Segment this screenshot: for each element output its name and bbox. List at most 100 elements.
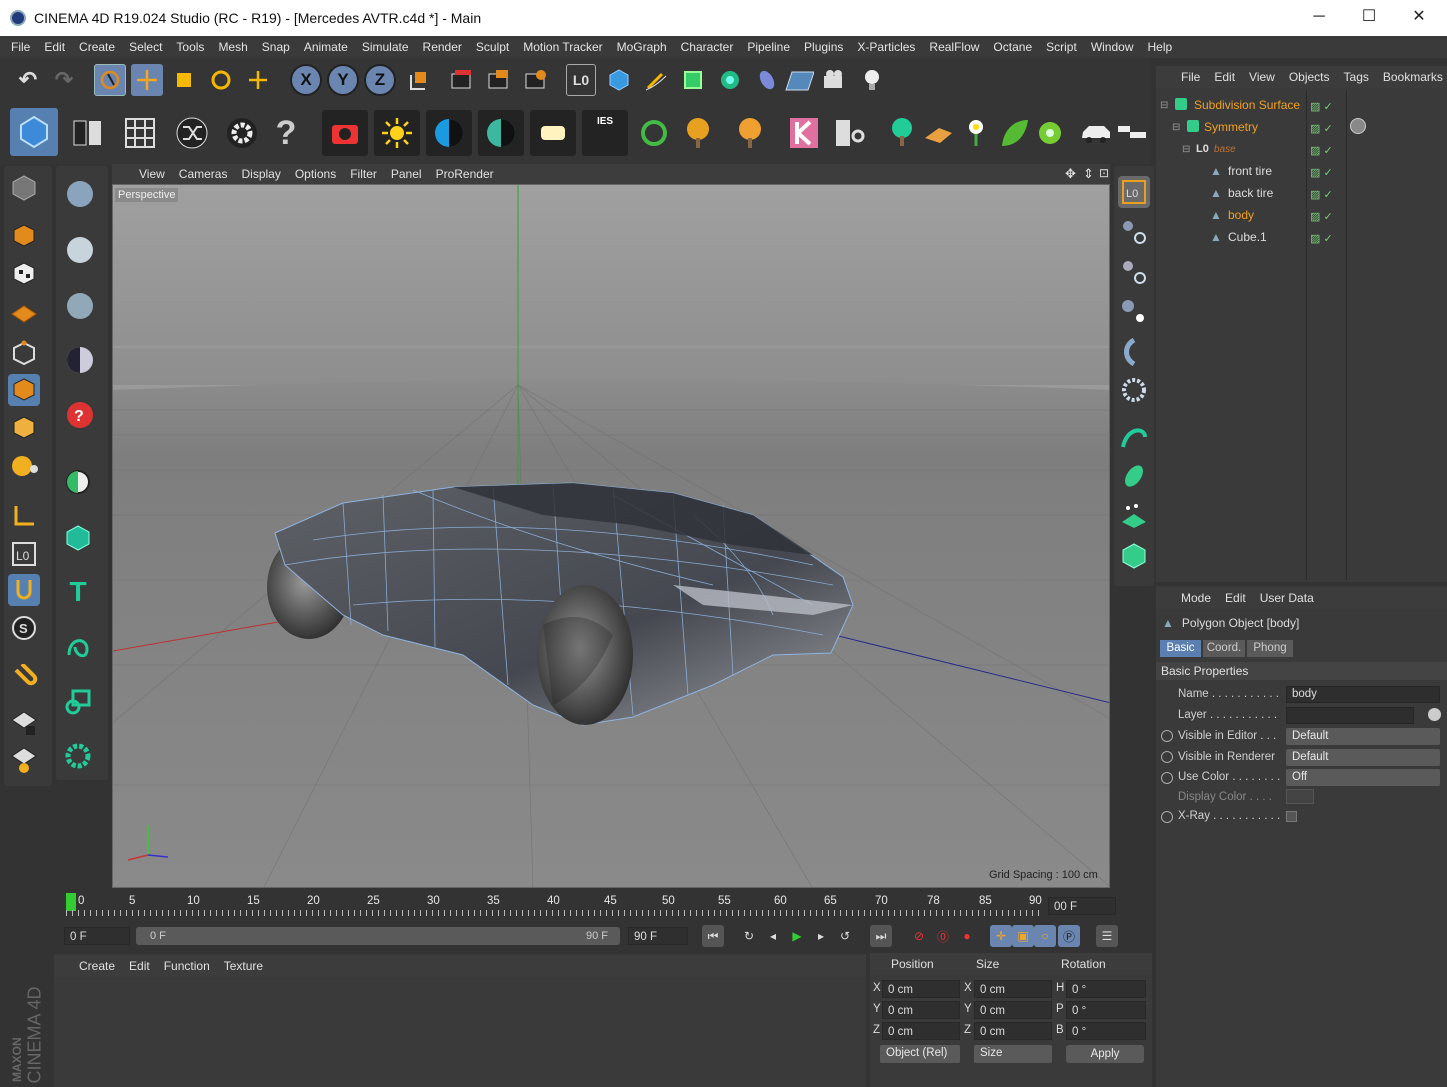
text-spline-icon[interactable]: T [62, 576, 94, 608]
subdivision-surface-icon[interactable] [677, 64, 709, 96]
previous-frame-icon[interactable]: ◂ [762, 925, 784, 947]
live-selection-icon[interactable] [94, 64, 126, 96]
object-row-back-tire[interactable]: ▲ back tire [1210, 182, 1273, 204]
render-camera-icon[interactable] [322, 110, 368, 156]
render-view-icon[interactable] [446, 64, 478, 96]
material-sphere-white-icon[interactable] [64, 234, 96, 266]
help-icon[interactable]: ? [264, 112, 308, 154]
tree-expand-icon[interactable]: ⊟ [1182, 144, 1196, 155]
go-to-end-icon[interactable]: ⏭ [870, 925, 892, 947]
material-tag-icon[interactable] [1350, 118, 1366, 134]
recycle-settings-icon[interactable] [8, 450, 40, 482]
lock-grid-icon[interactable] [8, 708, 40, 740]
position-y-field[interactable]: 0 cm [882, 1001, 960, 1019]
render-settings-icon[interactable] [520, 64, 552, 96]
grid-snap-icon[interactable] [8, 744, 40, 776]
menu-octane[interactable]: Octane [986, 40, 1039, 54]
rotation-b-field[interactable]: 0 ° [1066, 1022, 1146, 1040]
menu-motion-tracker[interactable]: Motion Tracker [516, 40, 609, 54]
make-editable-icon[interactable] [8, 172, 40, 204]
material-sphere-dark-icon[interactable] [64, 344, 96, 376]
camera-object-icon[interactable] [820, 64, 852, 96]
rock-icon[interactable] [918, 112, 958, 154]
spline-helix-icon[interactable] [62, 630, 94, 662]
am-menu-mode[interactable]: Mode [1174, 591, 1218, 605]
visibility-check-icon[interactable]: ▨ ✓ [1310, 184, 1346, 206]
viewport-menu-options[interactable]: Options [288, 167, 343, 181]
scene-mode-icon[interactable] [66, 112, 110, 154]
scale-tool-icon[interactable] [168, 64, 200, 96]
cloner-icon[interactable] [714, 64, 746, 96]
transform-tool-icon[interactable] [242, 64, 274, 96]
autokeying-icon[interactable]: ⓪ [932, 925, 954, 947]
playhead-marker[interactable] [66, 893, 76, 911]
end-frame-field[interactable]: 90 F [628, 927, 688, 945]
start-frame-field[interactable]: 0 F [64, 927, 130, 945]
timeline-layout-icon[interactable]: ☰ [1096, 925, 1118, 947]
mat-menu-create[interactable]: Create [72, 959, 122, 973]
menu-window[interactable]: Window [1084, 40, 1141, 54]
bend-deformer-icon[interactable] [1118, 336, 1150, 368]
material-sphere-gray-icon[interactable] [64, 290, 96, 322]
record-active-objects-icon[interactable]: ⊘ [908, 925, 930, 947]
tree-orange-icon[interactable] [730, 110, 770, 156]
material-sphere-blue-icon[interactable] [64, 178, 96, 210]
perspective-viewport[interactable]: Perspective Grid Spacing : 100 cm [112, 184, 1110, 888]
menu-animate[interactable]: Animate [297, 40, 355, 54]
lock-workplane-right-icon[interactable]: L0 [1118, 176, 1150, 208]
visibility-check-icon[interactable]: ▨ ✓ [1310, 228, 1346, 250]
deformer-icon[interactable] [751, 64, 783, 96]
redo-icon[interactable]: ↷ [48, 64, 80, 96]
om-menu-edit[interactable]: Edit [1207, 70, 1242, 84]
om-menu-bookmarks[interactable]: Bookmarks [1376, 70, 1447, 84]
menu-x-particles[interactable]: X-Particles [850, 40, 922, 54]
minimize-button[interactable]: ─ [1294, 0, 1344, 36]
om-menu-objects[interactable]: Objects [1282, 70, 1337, 84]
green-gear-icon[interactable] [1030, 112, 1070, 154]
undo-icon[interactable]: ↶ [12, 64, 44, 96]
missing-material-icon[interactable]: ? [64, 400, 96, 432]
viewport-menu-cameras[interactable]: Cameras [172, 167, 235, 181]
menu-tools[interactable]: Tools [169, 40, 211, 54]
forester-settings-icon[interactable] [826, 112, 870, 154]
spline-shape-icon[interactable] [62, 686, 94, 718]
point-edit-icon[interactable] [8, 338, 40, 370]
tweak-mode-icon[interactable] [8, 574, 40, 606]
record-position-icon[interactable]: ✛ [990, 925, 1012, 947]
x-axis-lock-button[interactable]: X [290, 64, 322, 96]
position-z-field[interactable]: 0 cm [882, 1022, 960, 1040]
menu-realflow[interactable]: RealFlow [922, 40, 986, 54]
next-frame-icon[interactable]: ▸ [810, 925, 832, 947]
visibility-check-icon[interactable]: ▨ ✓ [1310, 118, 1346, 140]
render-to-picture-viewer-icon[interactable] [483, 64, 515, 96]
axis-mode-icon[interactable] [8, 500, 40, 532]
play-forward-icon[interactable]: ▶ [786, 925, 808, 947]
size-x-field[interactable]: 0 cm [974, 980, 1052, 998]
menu-pipeline[interactable]: Pipeline [740, 40, 797, 54]
grid-layout-icon[interactable] [118, 112, 162, 154]
menu-simulate[interactable]: Simulate [355, 40, 416, 54]
viewport-menu-filter[interactable]: Filter [343, 167, 384, 181]
snap-magnet-icon[interactable] [8, 662, 40, 694]
visibility-check-icon[interactable]: ▨ ✓ [1310, 162, 1346, 184]
floor-environment-icon[interactable] [783, 64, 815, 96]
rotation-h-field[interactable]: 0 ° [1066, 980, 1146, 998]
object-row-front-tire[interactable]: ▲ front tire [1210, 160, 1272, 182]
shuffle-icon[interactable] [170, 112, 214, 154]
animate-radio-icon[interactable] [1161, 811, 1173, 823]
coordinate-mode-dropdown[interactable]: Object (Rel) [880, 1045, 960, 1063]
tab-coord[interactable]: Coord. [1203, 640, 1245, 657]
object-row-symmetry[interactable]: ⊟ Symmetry [1172, 116, 1258, 138]
om-menu-file[interactable]: File [1174, 70, 1207, 84]
record-parameter-icon[interactable]: Ⓟ [1058, 925, 1080, 947]
green-settings-gear-icon[interactable] [62, 740, 94, 772]
xray-checkbox[interactable] [1286, 811, 1297, 822]
viewport-menu-display[interactable]: Display [234, 167, 287, 181]
move-tool-icon[interactable] [131, 64, 163, 96]
z-axis-lock-button[interactable]: Z [364, 64, 396, 96]
visibility-check-icon[interactable]: ▨ ✓ [1310, 96, 1346, 118]
connect-delete-icon[interactable] [1118, 256, 1150, 288]
object-row-body[interactable]: ▲ body [1210, 204, 1254, 226]
locked-workplane-icon[interactable]: L0 [8, 538, 40, 570]
mat-menu-texture[interactable]: Texture [217, 959, 270, 973]
